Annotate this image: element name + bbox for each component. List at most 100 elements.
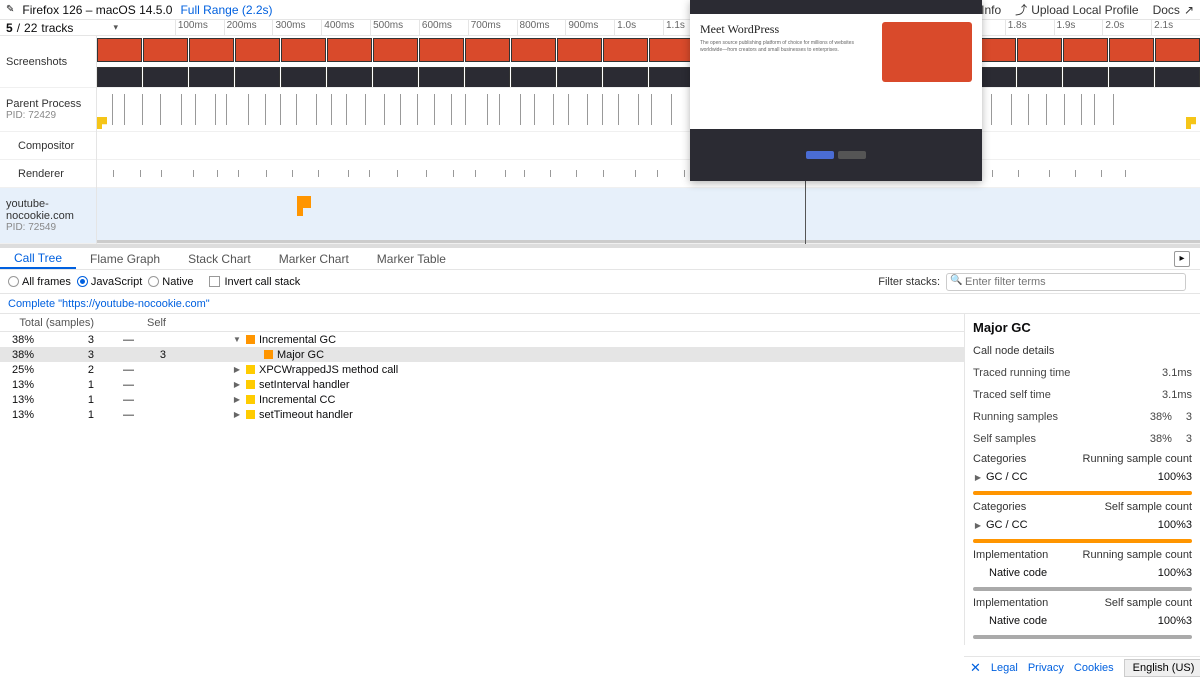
filter-input[interactable] xyxy=(946,273,1186,291)
thumbnail[interactable] xyxy=(649,67,694,88)
radio-all-frames[interactable]: All frames xyxy=(8,276,71,288)
col-self[interactable]: Self xyxy=(100,314,172,331)
marker xyxy=(426,170,427,177)
thumbnail[interactable] xyxy=(511,67,556,88)
details-title: Major GC xyxy=(973,320,1192,335)
marker xyxy=(181,94,182,125)
track-label-youtube[interactable]: youtube-nocookie.com PID: 72549 xyxy=(0,188,96,244)
tree-row[interactable]: 13%1—▶Incremental CC xyxy=(0,392,964,407)
track-row-screenshots[interactable] xyxy=(97,36,1200,88)
upload-link[interactable]: ⤴Upload Local Profile xyxy=(1015,1,1138,18)
track-labels: Screenshots Parent Process PID: 72429 Co… xyxy=(0,36,97,244)
impl-title: Implementation xyxy=(973,597,1048,609)
close-icon[interactable]: ✕ xyxy=(970,660,981,676)
thumbnail[interactable] xyxy=(189,67,234,88)
thumbnail[interactable] xyxy=(557,67,602,88)
time-ruler[interactable]: 100ms200ms300ms400ms500ms600ms700ms800ms… xyxy=(126,20,1200,36)
tracks-count[interactable]: 5 / 22 tracks ▾ xyxy=(0,21,126,35)
tree-row[interactable]: 13%1—▶setInterval handler xyxy=(0,377,964,392)
ruler-tick: 500ms xyxy=(370,20,403,36)
thumbnail[interactable] xyxy=(1155,67,1200,88)
footer-privacy[interactable]: Privacy xyxy=(1028,662,1064,674)
thumbnail[interactable] xyxy=(465,38,510,62)
tree-row[interactable]: 38%3—▼Incremental GC xyxy=(0,332,964,347)
thumbnail[interactable] xyxy=(419,67,464,88)
expand-icon[interactable]: ▶ xyxy=(232,380,242,389)
marker xyxy=(417,94,418,125)
track-row-youtube[interactable] xyxy=(97,188,1200,244)
tracks-header-row: 5 / 22 tracks ▾ 100ms200ms300ms400ms500m… xyxy=(0,20,1200,36)
thumbnail[interactable] xyxy=(189,38,234,62)
tree-row[interactable]: 13%1—▶setTimeout handler xyxy=(0,407,964,422)
thumbnail[interactable] xyxy=(465,67,510,88)
checkbox-invert[interactable]: Invert call stack xyxy=(209,276,300,288)
thumbnail[interactable] xyxy=(1155,38,1200,62)
ruler-tick: 700ms xyxy=(468,20,501,36)
thumbnail[interactable] xyxy=(649,38,694,62)
thumbnail[interactable] xyxy=(143,38,188,62)
transform-row[interactable]: Complete "https://youtube-nocookie.com" xyxy=(0,294,1200,314)
range-link[interactable]: Full Range (2.2s) xyxy=(180,3,272,17)
track-label-renderer[interactable]: Renderer xyxy=(0,160,96,188)
thumbnail[interactable] xyxy=(97,67,142,88)
thumbnail[interactable] xyxy=(1063,38,1108,62)
thumbnail[interactable] xyxy=(1017,38,1062,62)
marker xyxy=(1101,170,1102,177)
chevron-down-icon[interactable]: ▾ xyxy=(113,22,118,33)
marker xyxy=(1046,94,1047,125)
tab-flame-graph[interactable]: Flame Graph xyxy=(76,248,174,269)
tab-marker-table[interactable]: Marker Table xyxy=(363,248,460,269)
category-swatch xyxy=(246,380,255,389)
sidebar-toggle-icon[interactable]: ▸ xyxy=(1174,251,1190,267)
track-label-compositor[interactable]: Compositor xyxy=(0,132,96,160)
docs-link[interactable]: Docs ↗ xyxy=(1153,3,1194,17)
track-label-parent[interactable]: Parent Process PID: 72429 xyxy=(0,88,96,132)
tree-row[interactable]: 25%2—▶XPCWrappedJS method call xyxy=(0,362,964,377)
thumbnail[interactable] xyxy=(603,67,648,88)
expand-icon[interactable]: ▶ xyxy=(232,365,242,374)
col-total[interactable]: Total (samples) xyxy=(0,314,100,331)
expand-icon[interactable]: ▶ xyxy=(973,473,983,482)
track-row-parent[interactable] xyxy=(97,88,1200,132)
thumbnail[interactable] xyxy=(373,67,418,88)
tracks-label: tracks xyxy=(41,21,73,35)
track-label-screenshots[interactable]: Screenshots xyxy=(0,36,96,88)
track-row-compositor[interactable] xyxy=(97,132,1200,160)
tree-row[interactable]: 38%33Major GC xyxy=(0,347,964,362)
track-row-renderer[interactable] xyxy=(97,160,1200,188)
track-content[interactable] xyxy=(97,36,1200,244)
thumbnail[interactable] xyxy=(1109,67,1154,88)
thumbnail[interactable] xyxy=(603,38,648,62)
thumbnail[interactable] xyxy=(327,67,372,88)
radio-javascript[interactable]: JavaScript xyxy=(77,276,142,288)
thumbnail[interactable] xyxy=(235,38,280,62)
thumbnail[interactable] xyxy=(373,38,418,62)
radio-native[interactable]: Native xyxy=(148,276,193,288)
thumbnail[interactable] xyxy=(143,67,188,88)
footer-cookies[interactable]: Cookies xyxy=(1074,662,1114,674)
thumbnail[interactable] xyxy=(419,38,464,62)
expand-icon[interactable]: ▼ xyxy=(232,335,242,344)
thumbnail[interactable] xyxy=(1063,67,1108,88)
expand-icon[interactable]: ▶ xyxy=(232,410,242,419)
tab-stack-chart[interactable]: Stack Chart xyxy=(174,248,265,269)
thumbnail[interactable] xyxy=(235,67,280,88)
tab-call-tree[interactable]: Call Tree xyxy=(0,248,76,269)
thumbnail[interactable] xyxy=(511,38,556,62)
thumbnail[interactable] xyxy=(327,38,372,62)
external-icon: ↗ xyxy=(1184,3,1194,17)
expand-icon[interactable]: ▶ xyxy=(973,521,983,530)
tab-marker-chart[interactable]: Marker Chart xyxy=(265,248,363,269)
footer-legal[interactable]: Legal xyxy=(991,662,1018,674)
thumbnail[interactable] xyxy=(557,38,602,62)
expand-icon[interactable]: ▶ xyxy=(232,395,242,404)
thumbnail[interactable] xyxy=(97,38,142,62)
thumbnail[interactable] xyxy=(281,67,326,88)
thumbnail[interactable] xyxy=(1017,67,1062,88)
thumbnail[interactable] xyxy=(281,38,326,62)
edit-icon[interactable]: ✎ xyxy=(6,4,14,15)
thumbnail[interactable] xyxy=(1109,38,1154,62)
cat-pct: 100% xyxy=(1158,519,1186,531)
marker xyxy=(1081,94,1082,125)
language-select[interactable]: English (US) xyxy=(1124,659,1200,677)
